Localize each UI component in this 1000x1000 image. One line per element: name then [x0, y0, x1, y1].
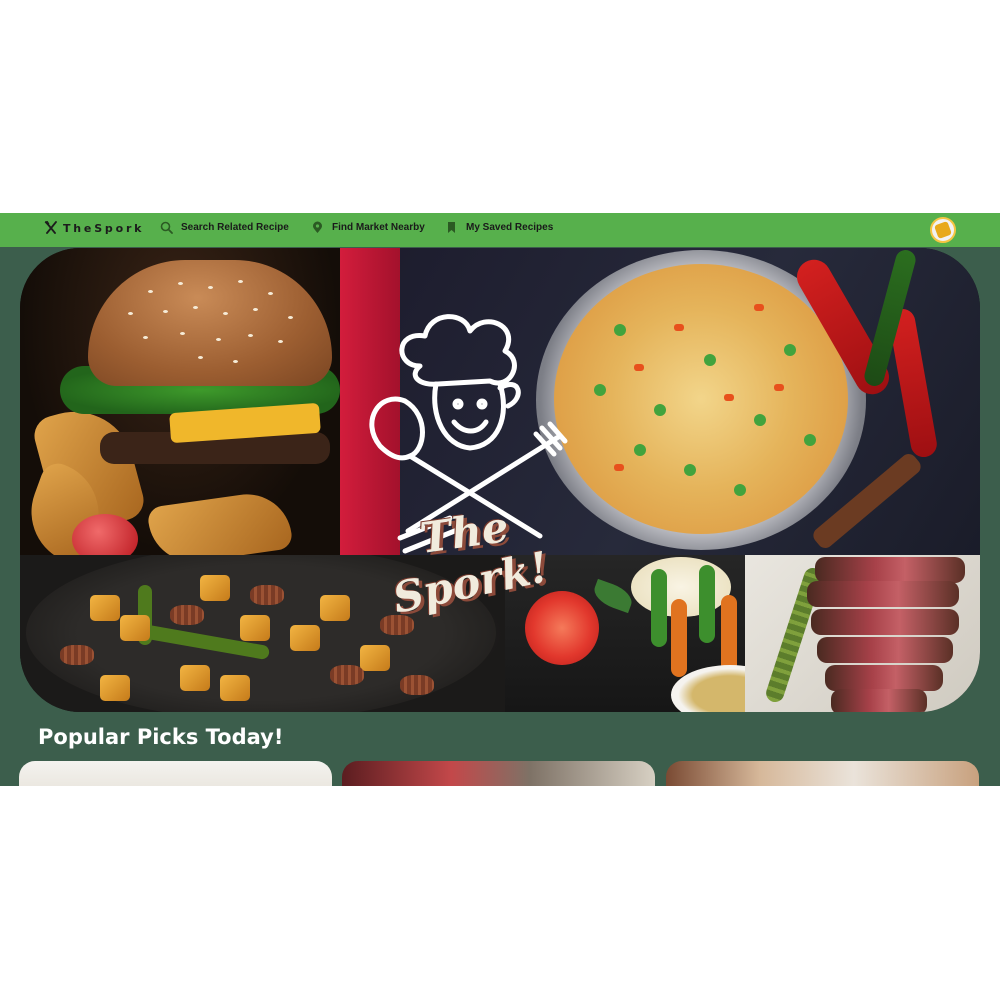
top-navbar: TheSpork Search Related Recipe Find Mark…: [0, 213, 1000, 247]
nav-market-label: Find Market Nearby: [332, 222, 425, 233]
nav-saved-label: My Saved Recipes: [466, 222, 554, 233]
map-pin-icon: [313, 221, 322, 233]
recipe-card[interactable]: [19, 761, 332, 786]
carrot-stick: [671, 599, 687, 677]
bookmark-icon: [448, 222, 455, 233]
fried-rice: [554, 264, 848, 534]
nav-search-recipe[interactable]: Search Related Recipe: [160, 221, 289, 234]
burger-photo: [20, 248, 340, 555]
search-icon: [160, 221, 173, 234]
basil-leaf: [590, 578, 636, 614]
green-bean: [699, 565, 715, 643]
popular-picks-title: Popular Picks Today!: [38, 725, 284, 749]
nav-saved-recipes[interactable]: My Saved Recipes: [445, 221, 553, 234]
hero-banner: The Spork!: [20, 248, 980, 712]
cherry-tomato: [72, 514, 138, 555]
steak-photo: [745, 555, 980, 712]
nav-search-label: Search Related Recipe: [181, 222, 289, 233]
fork-knife-icon: [44, 221, 57, 234]
recipe-card[interactable]: [666, 761, 979, 786]
burger-bun: [88, 260, 332, 386]
brand-name: TheSpork: [63, 221, 145, 235]
app-root: TheSpork Search Related Recipe Find Mark…: [0, 213, 1000, 786]
user-avatar-icon: [934, 221, 952, 239]
user-avatar[interactable]: [930, 217, 956, 243]
brand[interactable]: TheSpork: [44, 221, 144, 235]
recipe-card[interactable]: [342, 761, 655, 786]
nav-find-market[interactable]: Find Market Nearby: [311, 221, 425, 234]
green-bean: [651, 569, 667, 647]
potato-wedge: [146, 488, 294, 555]
carrot-stick: [721, 595, 737, 673]
